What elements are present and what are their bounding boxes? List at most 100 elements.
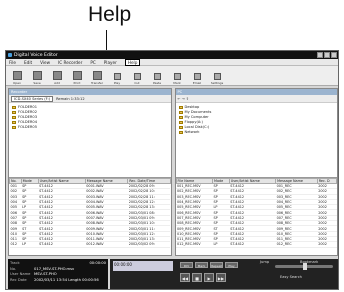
rewind-button[interactable]: ◀◀ <box>180 273 190 282</box>
pc-pane-bar: ← → ⇧ <box>175 95 337 103</box>
maximize-button[interactable] <box>324 52 330 58</box>
folder-icon <box>12 111 16 114</box>
table-cell: 012_REC.MSV <box>176 241 213 248</box>
pc-pane: PC ← → ⇧ Desktop My Documents My Computer F… <box>174 88 338 256</box>
drive-select[interactable]: ICD-SX40 Series (F:) <box>11 95 54 102</box>
panes: Recorder ICD-SX40 Series (F:) Remain 1:3… <box>8 88 338 256</box>
toolbar-label: Mark <box>173 81 181 85</box>
folder-icon <box>12 116 16 119</box>
folder-icon <box>12 126 16 129</box>
table-cell: 2002/03/02 09: <box>127 241 170 248</box>
toolbar-button-mark[interactable]: Mark <box>169 73 185 85</box>
pc-tree: Desktop My Documents My Computer Floppy(A:)… <box>176 103 338 137</box>
table-cell: ST-4412 <box>229 241 276 248</box>
folder-icon <box>178 106 183 109</box>
menu-edit[interactable]: Edit <box>24 60 32 65</box>
toolbar-label: Email <box>192 81 202 85</box>
mark-button[interactable]: Mark <box>195 262 208 268</box>
toolbar-label: Paste <box>152 81 162 85</box>
length-value: 00:00:56 <box>82 277 99 282</box>
transport: ◀◀ ■ ▶ ▶▶ <box>180 273 226 282</box>
ffwd-button[interactable]: ▶▶ <box>216 273 226 282</box>
close-button[interactable] <box>331 52 337 58</box>
track-info: Track 00:00:00 No. 017_MSV-ST-PHO.msv User… <box>8 259 108 289</box>
callout-pointer-line <box>106 30 107 52</box>
toolbar-button-cut[interactable]: Cut <box>129 73 145 85</box>
back-icon[interactable]: ← <box>178 97 181 101</box>
toolbar-button-email[interactable]: Email <box>189 73 205 85</box>
email-icon <box>193 73 201 80</box>
settings-icon <box>213 73 221 80</box>
toolbar-button-print[interactable]: Print <box>69 71 85 85</box>
window-controls <box>317 52 338 58</box>
bookmark-label: Bookmark <box>300 260 319 264</box>
menu-player[interactable]: Player <box>104 60 117 65</box>
play-mode-button[interactable]: Play <box>225 262 238 268</box>
toolbar-label: Cut <box>134 81 140 85</box>
div-button[interactable]: DIV <box>180 262 193 268</box>
tree-item-label: Network <box>184 130 200 134</box>
player-controls: 00:00:00 DIV Mark Repeat Play ◀◀ ■ ▶ ▶▶ … <box>110 259 338 289</box>
tree-item-label: FOLDER05 <box>18 125 38 129</box>
mark-icon <box>173 73 181 80</box>
toolbar-button-play[interactable]: Play <box>109 73 125 85</box>
title-bar: Digital Voice Editor <box>6 51 338 59</box>
toolbar-label: Transfer <box>90 81 104 85</box>
time-display: 00:00:00 <box>113 261 173 271</box>
play-icon <box>113 73 121 80</box>
folder-up-icon[interactable]: ⇧ <box>186 97 189 101</box>
pc-file-list: File Name Mode User/Artist Name Message Nam… <box>175 177 338 255</box>
toolbar-button-settings[interactable]: Settings <box>209 73 225 85</box>
speed-slider-knob[interactable] <box>303 263 307 270</box>
menu-view[interactable]: View <box>40 60 50 65</box>
toolbar-label: Print <box>73 81 81 85</box>
toolbar-label: Play <box>113 81 121 85</box>
track-time: 00:00:00 <box>89 261 106 265</box>
window-title: Digital Voice Editor <box>14 52 58 58</box>
folder-icon <box>178 126 183 129</box>
table-cell: ST-4412 <box>38 241 86 248</box>
paste-icon <box>153 73 161 80</box>
toolbar-button-save[interactable]: Save <box>29 71 45 85</box>
minimize-button[interactable] <box>317 52 323 58</box>
app-window: Digital Voice Editor File Edit View IC R… <box>5 50 339 290</box>
jump-label: Jump <box>260 260 270 264</box>
table-row[interactable]: 012_REC.MSV LP ST-4412 012_REC 2002 <box>176 241 337 248</box>
recorder-pane-bar: ICD-SX40 Series (F:) Remain 1:33:12 <box>9 95 171 103</box>
menu-file[interactable]: File <box>9 60 16 65</box>
folder-list: FOLDER01 FOLDER02 FOLDER03 FOLDER04 FOLDER05 <box>9 103 171 132</box>
table-cell: 012 <box>9 241 22 248</box>
tree-item[interactable]: Network <box>178 130 335 135</box>
length-label: Length <box>68 277 81 282</box>
forward-icon[interactable]: → <box>182 97 185 101</box>
table-row[interactable]: 012 LP ST-4412 0012.WAV 2002/03/02 09: <box>9 241 170 248</box>
toolbar-button-paste[interactable]: Paste <box>149 73 165 85</box>
table-cell: LP <box>21 241 39 248</box>
toolbar-button-add[interactable]: Add <box>49 71 65 85</box>
table-cell: LP <box>212 241 230 248</box>
player-area: Track 00:00:00 No. 017_MSV-ST-PHO.msv User… <box>8 259 338 289</box>
toolbar-label: Open <box>12 81 21 85</box>
date-label: Rec Date <box>10 277 27 282</box>
tree-item[interactable]: FOLDER05 <box>12 125 168 130</box>
table-cell: 0012.WAV <box>85 241 128 248</box>
play-button[interactable]: ▶ <box>204 273 214 282</box>
toolbar-button-open[interactable]: Open <box>9 71 25 85</box>
open-icon <box>12 71 22 80</box>
easy-search-label: Easy Search <box>280 275 302 279</box>
menu-bar: File Edit View IC Recorder PC Player Hel… <box>6 58 338 66</box>
speed-slider[interactable] <box>275 263 333 270</box>
menu-help[interactable]: Help <box>124 58 141 66</box>
recorder-file-list: No. Mode User/Artist Name Message Name Rec. … <box>9 177 171 255</box>
menu-pc[interactable]: PC <box>90 60 95 65</box>
transfer-icon <box>92 71 102 80</box>
toolbar-button-transfer[interactable]: Transfer <box>89 71 105 85</box>
add-icon <box>52 71 62 80</box>
menu-ic-recorder[interactable]: IC Recorder <box>58 60 82 65</box>
app-logo-icon <box>8 53 12 57</box>
stop-button[interactable]: ■ <box>192 273 202 282</box>
toolbar-label: Settings <box>210 81 224 85</box>
folder-icon <box>178 111 183 114</box>
table-cell: 2002 <box>317 241 337 248</box>
repeat-button[interactable]: Repeat <box>210 262 223 268</box>
